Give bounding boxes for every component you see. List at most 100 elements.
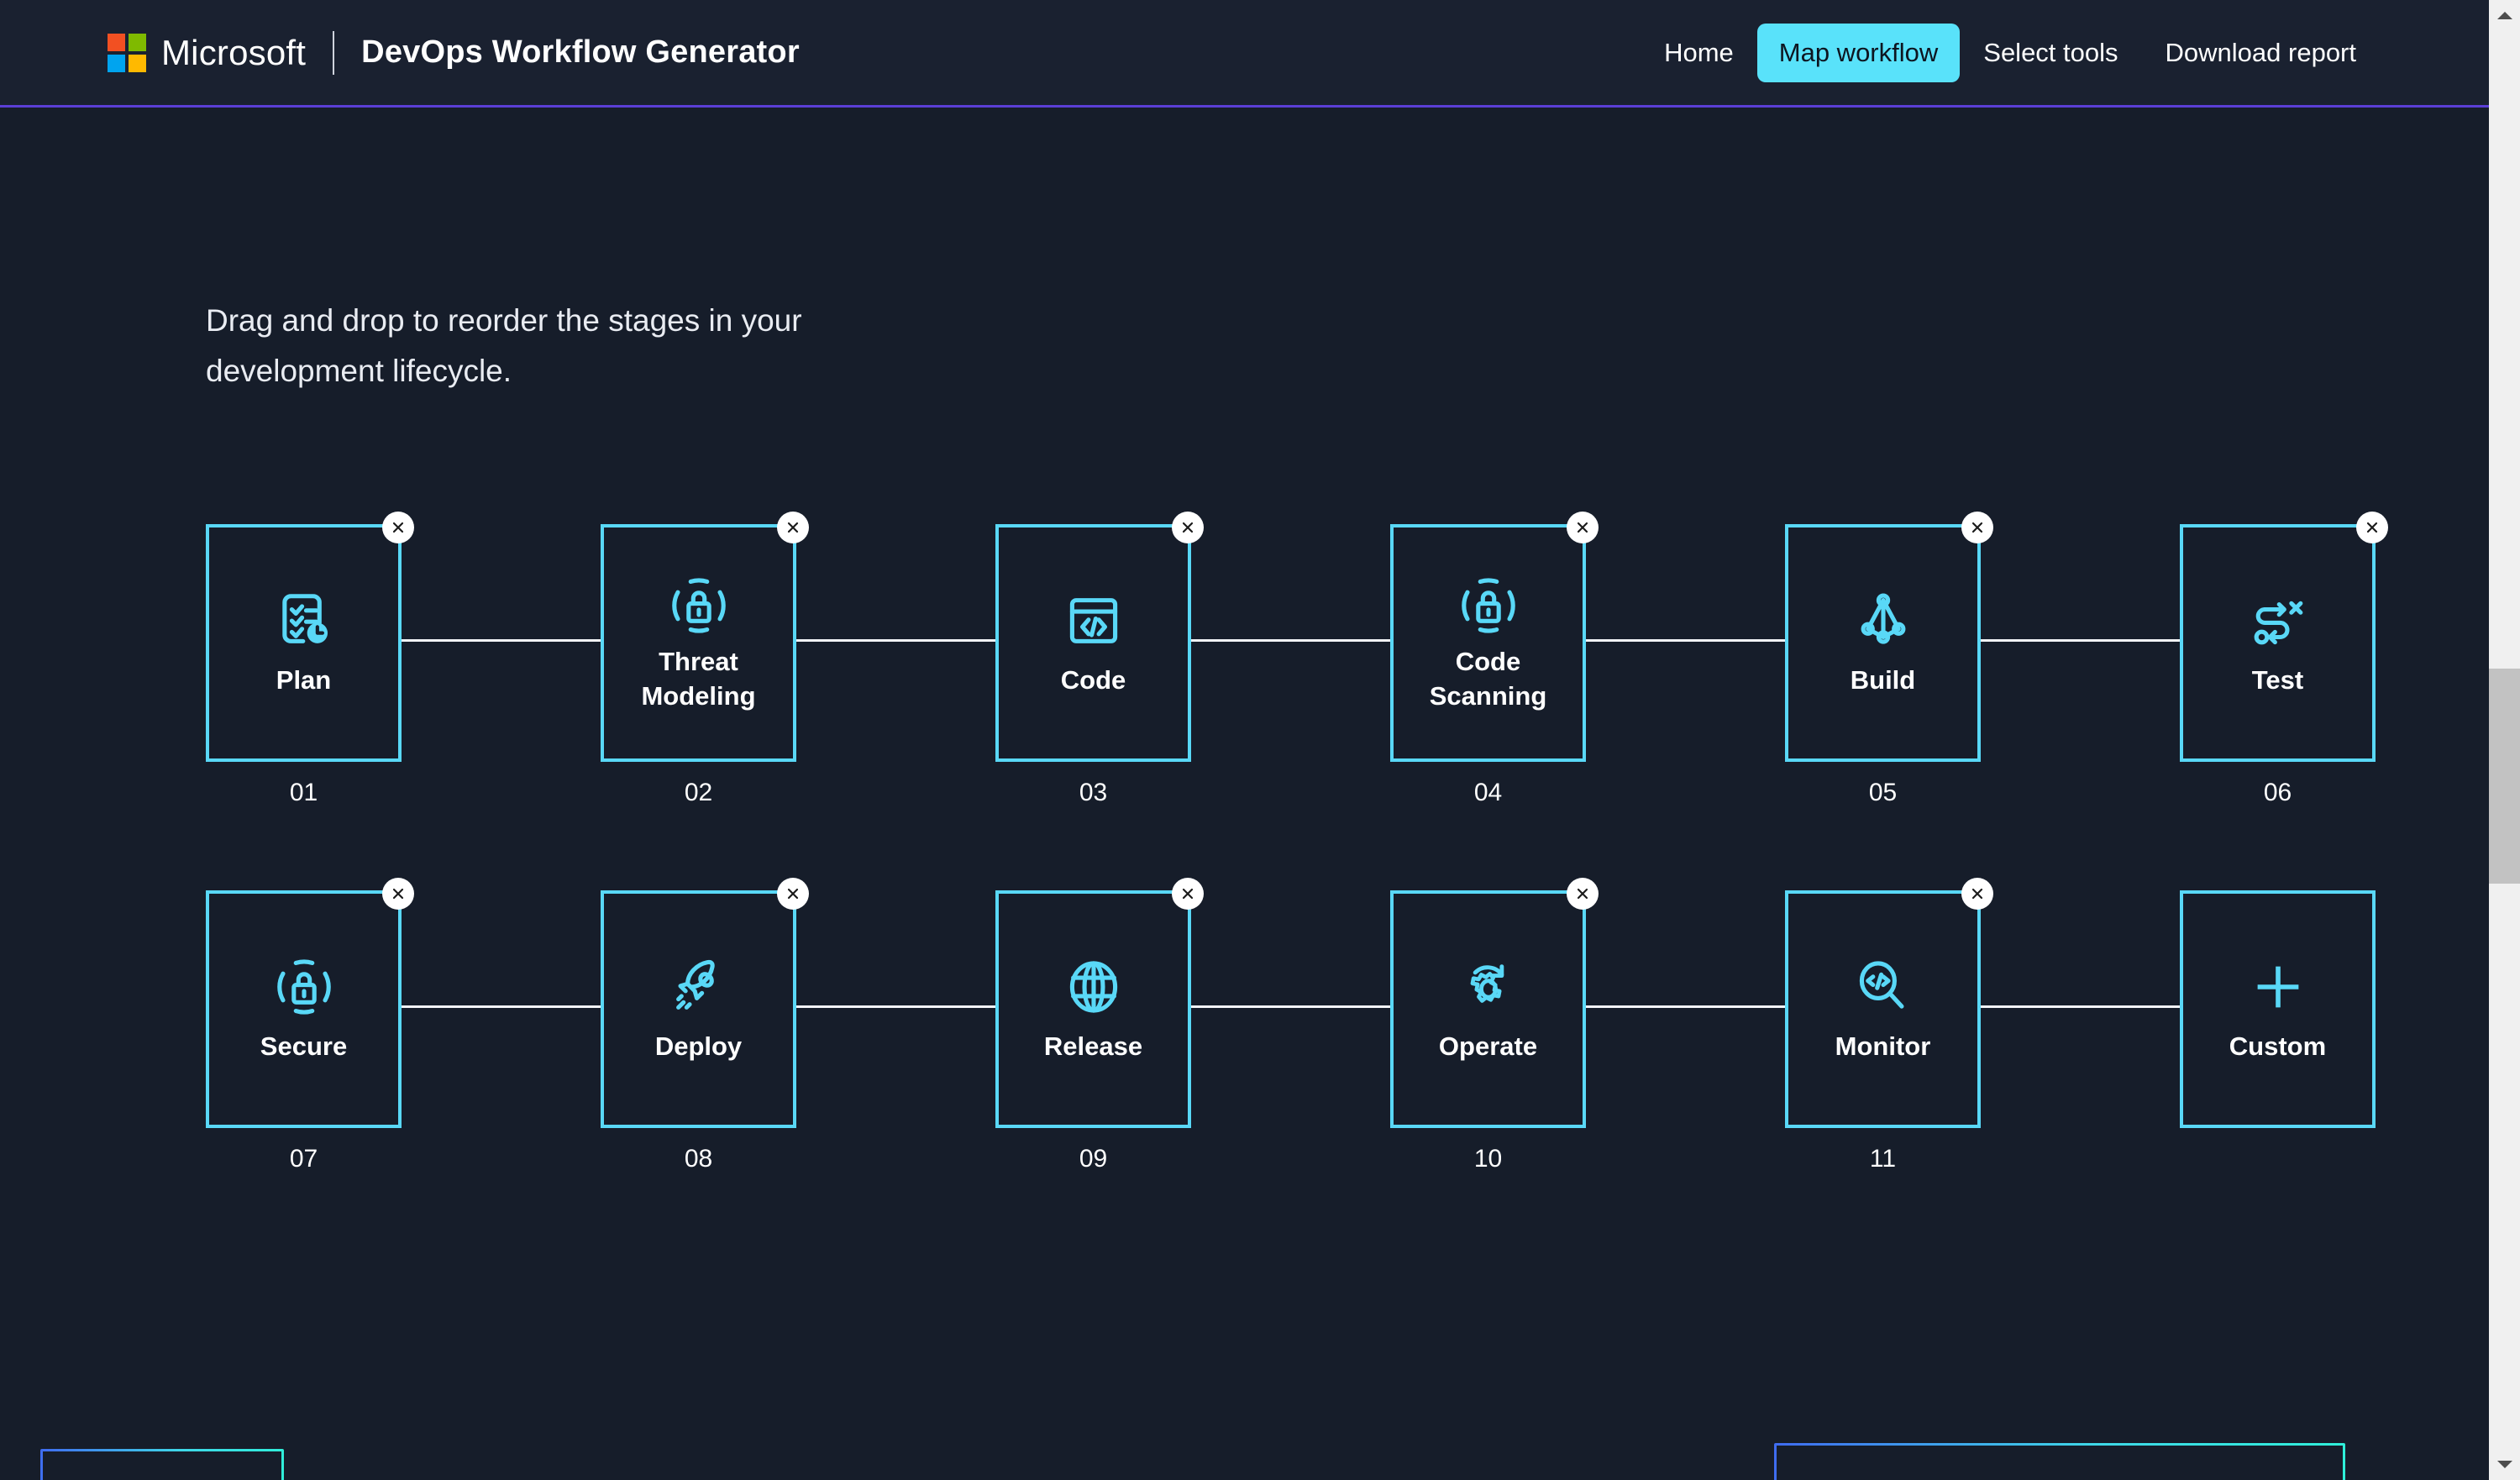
- close-icon: [1574, 519, 1591, 536]
- remove-stage-button[interactable]: [1172, 878, 1204, 910]
- close-icon: [1179, 885, 1196, 902]
- logo-square-yellow: [129, 55, 146, 72]
- remove-stage-button[interactable]: [777, 512, 809, 543]
- right-partial-panel[interactable]: [1774, 1443, 2345, 1480]
- stage-connector: [1981, 1005, 2180, 1008]
- nav-item-select-tools[interactable]: Select tools: [1960, 24, 2141, 82]
- stage-card-release[interactable]: Release: [995, 890, 1191, 1128]
- remove-stage-button[interactable]: [1961, 878, 1993, 910]
- stage-slot: Custom: [2180, 890, 2376, 1128]
- stage-card-monitor[interactable]: Monitor: [1785, 890, 1981, 1128]
- remove-stage-button[interactable]: [1567, 512, 1599, 543]
- close-icon: [2364, 519, 2381, 536]
- lock-shield-icon: [666, 573, 732, 638]
- app-header: Microsoft DevOps Workflow Generator Home…: [0, 0, 2489, 108]
- test-path-icon: [2245, 588, 2311, 653]
- close-icon: [390, 519, 407, 536]
- logo-square-green: [129, 34, 146, 51]
- stage-number: 10: [1390, 1145, 1586, 1173]
- stage-card-label: Code Scanning: [1423, 645, 1554, 714]
- remove-stage-button[interactable]: [1172, 512, 1204, 543]
- stage-card-label: Secure: [254, 1030, 354, 1064]
- close-icon: [1179, 519, 1196, 536]
- logo-square-blue: [108, 55, 125, 72]
- stage-number: 02: [601, 779, 796, 807]
- stage-card-label: Operate: [1432, 1030, 1544, 1064]
- rocket-icon: [666, 954, 732, 1020]
- stage-number: 07: [206, 1145, 402, 1173]
- stage-card-label: Build: [1844, 664, 1923, 698]
- gear-refresh-icon: [1456, 954, 1521, 1020]
- scroll-down-arrow-icon[interactable]: [2489, 1449, 2520, 1480]
- stage-card-secure[interactable]: Secure: [206, 890, 402, 1128]
- remove-stage-button[interactable]: [777, 878, 809, 910]
- stage-card-label: Deploy: [648, 1030, 748, 1064]
- stage-connector: [1981, 639, 2180, 642]
- code-magnifier-icon: [1851, 954, 1916, 1020]
- lock-shield-icon: [1456, 573, 1521, 638]
- close-icon: [785, 885, 801, 902]
- stage-card-threat-modeling[interactable]: Threat Modeling: [601, 524, 796, 762]
- stage-slot: Threat Modeling 02: [601, 524, 796, 762]
- code-window-icon: [1061, 588, 1126, 653]
- stage-card-build[interactable]: Build: [1785, 524, 1981, 762]
- stage-connector: [1586, 1005, 1785, 1008]
- remove-stage-button[interactable]: [2356, 512, 2388, 543]
- stage-card-code[interactable]: Code: [995, 524, 1191, 762]
- stage-slot: Build 05: [1785, 524, 1981, 762]
- remove-stage-button[interactable]: [1961, 512, 1993, 543]
- left-partial-panel[interactable]: [40, 1449, 284, 1480]
- stage-connector: [402, 1005, 601, 1008]
- stage-number: 04: [1390, 779, 1586, 807]
- stage-card-operate[interactable]: Operate: [1390, 890, 1586, 1128]
- stage-card-label: Release: [1037, 1030, 1149, 1064]
- remove-stage-button[interactable]: [1567, 878, 1599, 910]
- stage-card-label: Monitor: [1829, 1030, 1938, 1064]
- stage-slot: Test 06: [2180, 524, 2376, 762]
- microsoft-logo-icon: [108, 34, 146, 72]
- brand-name: Microsoft: [161, 33, 306, 73]
- stage-number: 06: [2180, 779, 2376, 807]
- stage-card-deploy[interactable]: Deploy: [601, 890, 796, 1128]
- nav-item-home[interactable]: Home: [1641, 24, 1757, 82]
- close-icon: [390, 885, 407, 902]
- page-title: DevOps Workflow Generator: [361, 34, 800, 71]
- stage-card-label: Threat Modeling: [634, 645, 762, 714]
- stage-card-code-scanning[interactable]: Code Scanning: [1390, 524, 1586, 762]
- stage-connector: [1191, 639, 1390, 642]
- scroll-up-arrow-icon[interactable]: [2489, 0, 2520, 31]
- stage-connector: [402, 639, 601, 642]
- remove-stage-button[interactable]: [382, 512, 414, 543]
- main-nav: HomeMap workflowSelect toolsDownload rep…: [1641, 24, 2380, 82]
- remove-stage-button[interactable]: [382, 878, 414, 910]
- stage-slot: Release 09: [995, 890, 1191, 1128]
- stage-slot: Monitor 11: [1785, 890, 1981, 1128]
- stage-number: 09: [995, 1145, 1191, 1173]
- stage-card-label: Test: [2245, 664, 2310, 698]
- logo-square-red: [108, 34, 125, 51]
- stage-card-custom[interactable]: Custom: [2180, 890, 2376, 1128]
- nav-item-download-report[interactable]: Download report: [2142, 24, 2380, 82]
- lock-shield-icon: [271, 954, 337, 1020]
- stage-slot: Plan 01: [206, 524, 402, 762]
- stage-connector: [1586, 639, 1785, 642]
- brand[interactable]: Microsoft: [108, 33, 306, 73]
- scrollbar-thumb[interactable]: [2489, 669, 2520, 884]
- stage-card-label: Code: [1054, 664, 1133, 698]
- stage-slot: Code Scanning 04: [1390, 524, 1586, 762]
- stage-number: 01: [206, 779, 402, 807]
- globe-icon: [1061, 954, 1126, 1020]
- stage-connector: [796, 1005, 995, 1008]
- stage-number: 03: [995, 779, 1191, 807]
- instructions-text: Drag and drop to reorder the stages in y…: [206, 296, 962, 396]
- stage-slot: Deploy 08: [601, 890, 796, 1128]
- stage-card-test[interactable]: Test: [2180, 524, 2376, 762]
- vertical-scrollbar[interactable]: [2489, 0, 2520, 1480]
- close-icon: [1969, 519, 1986, 536]
- build-graph-icon: [1851, 588, 1916, 653]
- close-icon: [1969, 885, 1986, 902]
- stage-card-plan[interactable]: Plan: [206, 524, 402, 762]
- brand-divider: [333, 31, 334, 75]
- stage-connector: [796, 639, 995, 642]
- nav-item-map-workflow[interactable]: Map workflow: [1757, 24, 1961, 82]
